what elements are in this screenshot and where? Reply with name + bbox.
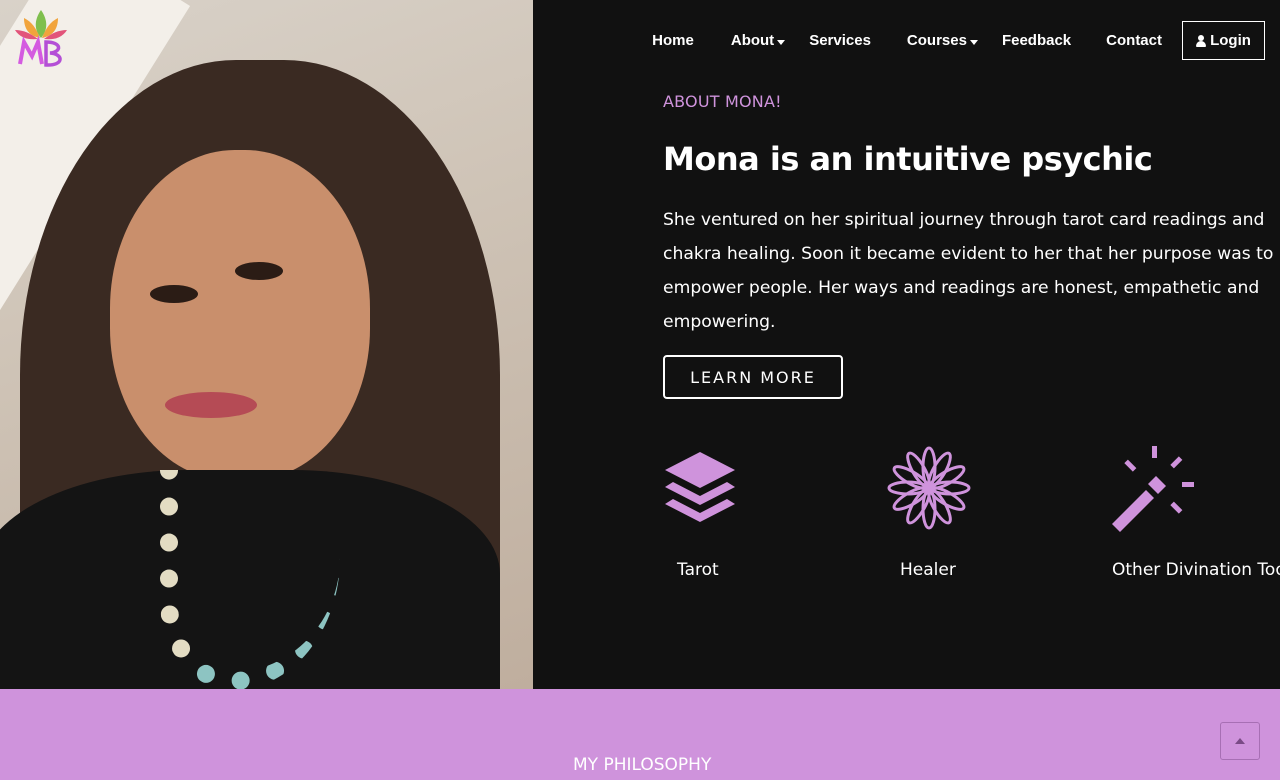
photo-eye-right [235,262,283,280]
chevron-down-icon [969,39,978,45]
philosophy-section: MY PHILOSOPHY [0,689,1280,780]
nav-courses-label: Courses [906,32,967,49]
photo-lips [165,392,257,418]
nav-home-label: Home [652,32,694,49]
nav-feedback-label: Feedback [1001,32,1072,49]
photo-face [110,150,370,480]
page-title: Mona is an intuitive psychic [663,140,1153,178]
magic-wand-icon [1112,446,1194,532]
feature-label: Other Divination Tools [1112,560,1280,580]
nav-courses[interactable]: Courses [907,32,978,49]
main-nav: Home About Services Courses Feedback Con… [652,21,1265,60]
nav-feedback[interactable]: Feedback [1002,32,1071,49]
login-button[interactable]: Login [1182,21,1265,60]
nav-about-label: About [730,32,775,49]
philosophy-title: MY PHILOSOPHY [573,755,712,775]
feature-healer: Healer [887,444,971,580]
nav-services-label: Services [809,32,871,49]
site-logo[interactable] [12,8,70,68]
nav-contact[interactable]: Contact [1106,32,1162,49]
feature-divination: Other Divination Tools [1110,444,1280,580]
user-icon [1196,34,1207,47]
photo-eye-left [150,285,198,303]
nav-services[interactable]: Services [809,32,871,49]
chevron-down-icon [777,39,786,45]
layers-icon [665,452,735,522]
section-eyebrow: ABOUT MONA! [663,92,782,111]
feature-label: Tarot [677,560,719,580]
nav-about[interactable]: About [730,32,786,49]
flower-icon [887,446,971,530]
nav-home[interactable]: Home [652,32,694,49]
feature-label: Healer [900,560,956,580]
scroll-to-top-button[interactable] [1220,722,1260,760]
hero-photo [0,0,533,689]
about-paragraph: She ventured on her spiritual journey th… [663,210,1274,332]
chevron-up-icon [1235,738,1245,744]
nav-contact-label: Contact [1106,32,1162,49]
login-label: Login [1210,32,1251,49]
feature-tarot: Tarot [663,444,737,580]
learn-more-button[interactable]: LEARN MORE [663,355,843,399]
